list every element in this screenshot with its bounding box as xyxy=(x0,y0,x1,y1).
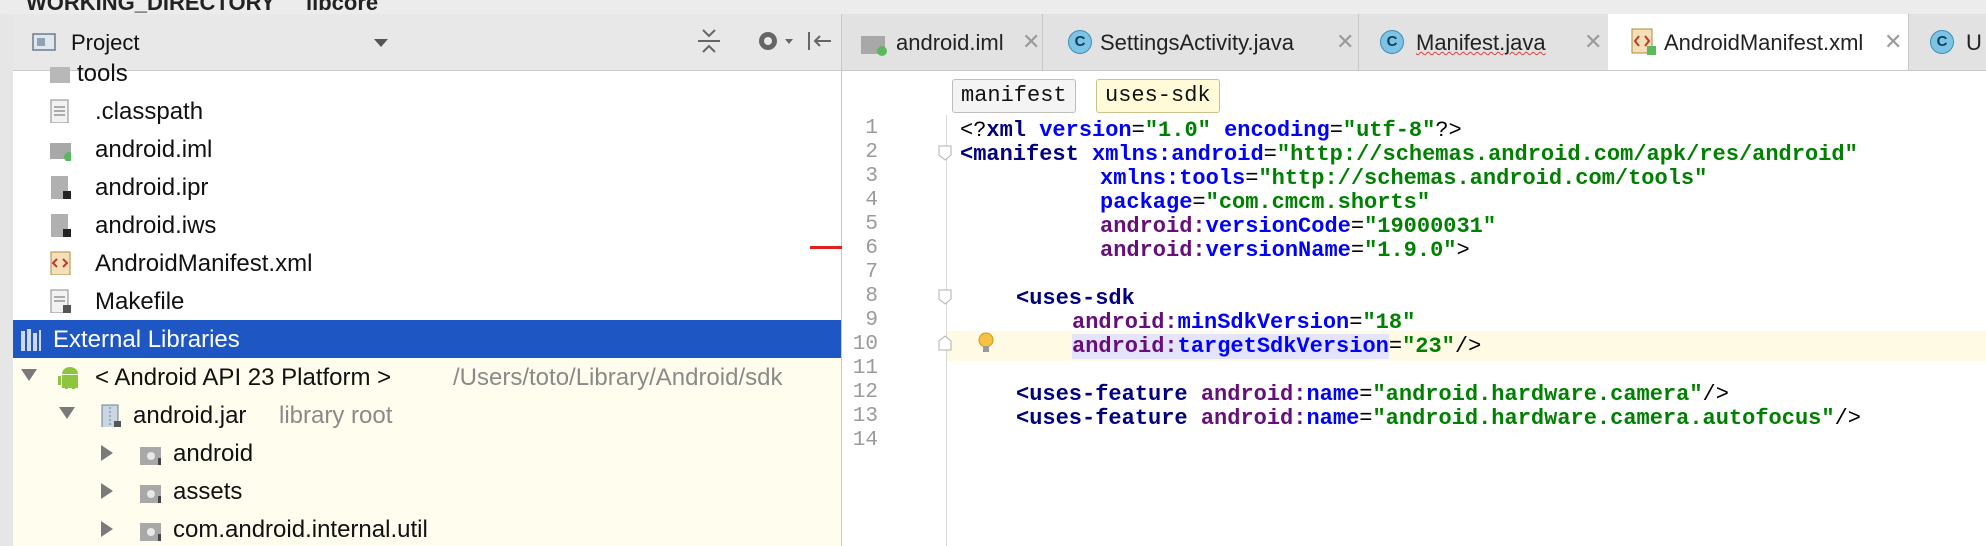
tree-item-external-libraries[interactable]: External Libraries xyxy=(13,320,841,358)
editor-tab-bar: android.iml ✕ C SettingsActivity.java ✕ … xyxy=(842,14,1986,71)
close-tab-icon[interactable]: ✕ xyxy=(1022,29,1040,55)
fold-marker-icon[interactable] xyxy=(938,145,952,161)
expand-arrow-icon[interactable] xyxy=(59,407,75,419)
tab-overflow[interactable]: C U xyxy=(1908,14,1986,70)
package-folder-icon xyxy=(140,523,161,541)
folder-icon xyxy=(50,67,70,83)
tool-window-strip xyxy=(0,14,14,546)
xml-file-icon xyxy=(50,251,71,275)
text-file-icon xyxy=(50,99,69,123)
tree-item-android-iws[interactable]: android.iws xyxy=(13,206,841,244)
module-file-icon xyxy=(50,143,71,161)
code-line: <uses-feature android:name="android.hard… xyxy=(1016,406,1861,431)
code-line: android:versionName="1.9.0"> xyxy=(1100,238,1470,263)
chevron-down-icon[interactable] xyxy=(373,38,389,48)
project-view-title[interactable]: Project xyxy=(71,30,139,56)
project-view-icon xyxy=(32,33,56,51)
project-file-icon xyxy=(51,176,71,199)
close-tab-icon[interactable]: ✕ xyxy=(1884,29,1902,55)
tree-item-makefile[interactable]: Makefile xyxy=(13,282,841,320)
tree-item-androidmanifest[interactable]: AndroidManifest.xml xyxy=(13,244,841,282)
change-marker xyxy=(810,246,842,249)
tree-item-package-assets[interactable]: assets xyxy=(13,472,841,510)
xml-file-icon xyxy=(1631,28,1656,55)
expand-arrow-icon[interactable] xyxy=(101,483,113,499)
tree-item-android-api-23-platform[interactable]: < Android API 23 Platform > /Users/toto/… xyxy=(13,358,841,396)
text-file-icon xyxy=(50,289,71,313)
tree-item-android-iml[interactable]: android.iml xyxy=(13,130,841,168)
tree-item-classpath[interactable]: .classpath xyxy=(13,92,841,130)
expand-arrow-icon[interactable] xyxy=(101,521,113,537)
expand-arrow-icon[interactable] xyxy=(21,369,37,381)
code-area[interactable]: <?xml version="1.0" encoding="utf-8"?> <… xyxy=(842,115,1986,546)
lightbulb-icon[interactable] xyxy=(976,331,996,353)
tree-item-android-ipr[interactable]: android.ipr xyxy=(13,168,841,206)
library-icon xyxy=(21,329,41,351)
tab-manifest-java[interactable]: C Manifest.java ✕ xyxy=(1358,14,1609,70)
navigation-breadcrumb-bar: WORKING_DIRECTORY libcore xyxy=(0,0,1986,15)
tree-item-package-android[interactable]: android xyxy=(13,434,841,472)
editor-panel: android.iml ✕ C SettingsActivity.java ✕ … xyxy=(842,14,1986,546)
fold-marker-icon[interactable] xyxy=(938,335,952,351)
tree-item-android-jar[interactable]: android.jar library root xyxy=(13,396,841,434)
close-tab-icon[interactable]: ✕ xyxy=(1584,29,1602,55)
tree-item-tools[interactable]: tools xyxy=(13,54,841,92)
tab-android-iml[interactable]: android.iml ✕ xyxy=(842,14,1043,70)
module-file-icon xyxy=(861,36,887,56)
fold-marker-icon[interactable] xyxy=(938,289,952,305)
collapse-all-icon[interactable] xyxy=(695,26,723,56)
package-folder-icon xyxy=(140,485,161,503)
xml-breadcrumbs: manifest uses-sdk xyxy=(842,71,1986,115)
class-icon: C xyxy=(1068,30,1092,54)
jar-icon xyxy=(101,404,121,427)
crumb-manifest[interactable]: manifest xyxy=(952,79,1076,113)
package-folder-icon xyxy=(140,447,161,465)
expand-arrow-icon[interactable] xyxy=(101,445,113,461)
code-line-current: android:targetSdkVersion="23"/> xyxy=(842,331,1986,361)
tab-settings-activity-java[interactable]: C SettingsActivity.java ✕ xyxy=(1042,14,1359,70)
hide-panel-icon[interactable] xyxy=(805,26,833,56)
gear-icon[interactable] xyxy=(755,26,795,56)
tab-androidmanifest-xml[interactable]: AndroidManifest.xml ✕ xyxy=(1608,14,1909,70)
class-icon: C xyxy=(1930,30,1954,54)
project-panel: Project tools .classpath android.iml and… xyxy=(13,14,842,546)
close-tab-icon[interactable]: ✕ xyxy=(1336,29,1354,55)
class-icon: C xyxy=(1380,30,1404,54)
breadcrumb-item-working-directory[interactable]: WORKING_DIRECTORY xyxy=(26,0,275,14)
android-icon xyxy=(58,367,78,389)
line-number-gutter[interactable]: 1 2 3 4 5 6 7 8 9 10 11 12 13 14 xyxy=(842,115,994,546)
crumb-uses-sdk[interactable]: uses-sdk xyxy=(1096,79,1220,113)
breadcrumb-item-libcore[interactable]: libcore xyxy=(306,0,378,14)
workspace-file-icon xyxy=(51,214,71,237)
tree-item-package-com-android-internal-util[interactable]: com.android.internal.util xyxy=(13,510,841,546)
